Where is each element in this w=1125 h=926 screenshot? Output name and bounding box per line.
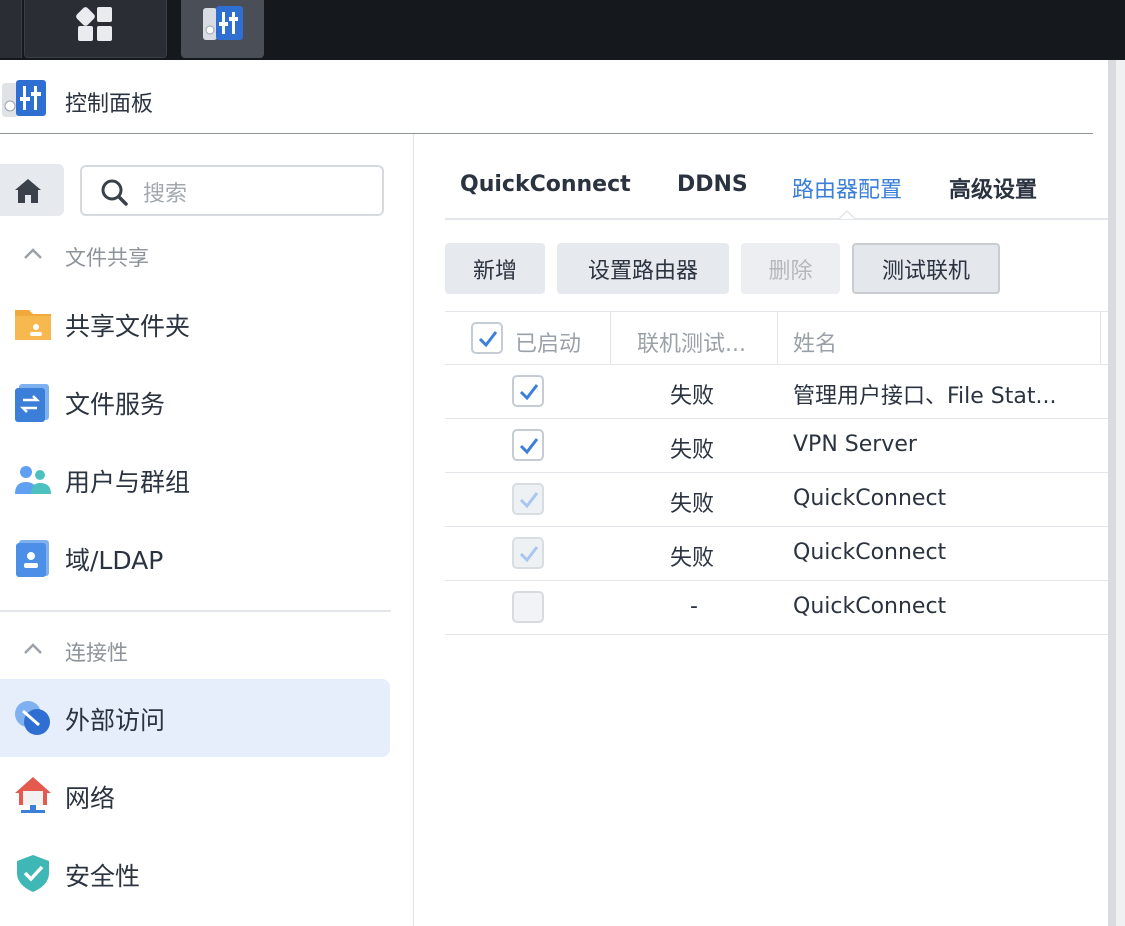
- chevron-up-icon[interactable]: [22, 638, 44, 660]
- taskbar-left-button[interactable]: [0, 0, 22, 58]
- select-all-checkbox[interactable]: [471, 322, 503, 354]
- domain-ldap-icon: [16, 540, 49, 577]
- column-header-enabled[interactable]: 已启动: [515, 326, 581, 358]
- sidebar-item-network[interactable]: 网络: [0, 757, 390, 835]
- sidebar-item-label: 网络: [65, 784, 116, 813]
- table-row[interactable]: 失败 QuickConnect 5: [445, 527, 1125, 581]
- rule-name: QuickConnect: [793, 486, 947, 511]
- table-header: 已启动 联机测试... 姓名 本: [445, 311, 1125, 365]
- check-icon: [519, 546, 539, 563]
- tab-bar-divider: [445, 218, 1125, 220]
- connection-test-result: -: [690, 594, 698, 619]
- enabled-checkbox[interactable]: [512, 375, 544, 407]
- table-row[interactable]: 失败 VPN Server 1: [445, 419, 1125, 473]
- control-panel-icon: [2, 80, 46, 117]
- file-services-icon: [15, 384, 49, 422]
- column-header-connection-test[interactable]: 联机测试...: [637, 326, 746, 358]
- enabled-checkbox[interactable]: [512, 429, 544, 461]
- users-icon: [15, 466, 51, 494]
- control-panel-icon: [203, 6, 243, 40]
- test-connection-button[interactable]: 测试联机: [852, 243, 1000, 294]
- network-icon: [15, 777, 51, 813]
- column-separator[interactable]: [1100, 312, 1101, 364]
- add-button[interactable]: 新增: [445, 243, 545, 294]
- sidebar-item-label: 文件服务: [65, 390, 166, 419]
- taskbar: [0, 0, 1125, 60]
- search-icon: [101, 179, 128, 206]
- sidebar-item-security[interactable]: 安全性: [0, 835, 390, 913]
- column-header-name[interactable]: 姓名: [793, 326, 837, 358]
- folder-icon: [15, 310, 51, 340]
- connection-test-result: 失败: [670, 438, 715, 463]
- sidebar-item-file-services[interactable]: 文件服务: [0, 363, 390, 441]
- sidebar-item-label: 共享文件夹: [65, 312, 191, 341]
- sidebar-item-users-groups[interactable]: 用户与群组: [0, 441, 390, 519]
- external-access-icon: [15, 701, 50, 735]
- check-icon: [478, 331, 498, 348]
- active-tab-indicator: [838, 210, 856, 219]
- sidebar-item-label: 安全性: [65, 862, 141, 891]
- connection-test-result: 失败: [670, 546, 715, 571]
- section-file-sharing[interactable]: 文件共享: [65, 242, 149, 272]
- enabled-checkbox-disabled: [512, 537, 544, 569]
- rule-name: 管理用户接口、File Stat...: [793, 384, 1057, 409]
- tab-ddns[interactable]: DDNS: [677, 172, 748, 197]
- sidebar-item-external-access[interactable]: 外部访问: [0, 679, 390, 757]
- column-separator[interactable]: [610, 312, 611, 364]
- grid-icon: [74, 5, 114, 43]
- delete-button[interactable]: 删除: [741, 243, 840, 294]
- enabled-checkbox-disabled: [512, 591, 544, 623]
- tab-quickconnect[interactable]: QuickConnect: [460, 172, 631, 197]
- window-title: 控制面板: [65, 92, 154, 117]
- connection-test-result: 失败: [670, 492, 715, 517]
- table-row[interactable]: 失败 管理用户接口、File Stat... 5: [445, 365, 1125, 419]
- window-scrollbar[interactable]: [1108, 60, 1125, 926]
- sidebar-divider: [0, 610, 391, 612]
- table-row[interactable]: - QuickConnect 5: [445, 581, 1125, 635]
- setup-router-button[interactable]: 设置路由器: [557, 243, 729, 294]
- sidebar-item-label: 外部访问: [65, 706, 166, 735]
- tab-advanced-settings[interactable]: 高级设置: [949, 172, 1037, 204]
- search-input[interactable]: [80, 165, 384, 216]
- home-button[interactable]: [0, 164, 64, 216]
- check-icon: [519, 492, 539, 509]
- rule-name: QuickConnect: [793, 594, 947, 619]
- connection-test-result: 失败: [670, 384, 715, 409]
- search-placeholder: 搜索: [143, 182, 188, 207]
- table-row[interactable]: 失败 QuickConnect 5: [445, 473, 1125, 527]
- tab-router-config[interactable]: 路由器配置: [792, 172, 902, 204]
- sidebar-item-label: 域/LDAP: [65, 546, 164, 575]
- rule-name: QuickConnect: [793, 540, 947, 565]
- chevron-up-icon[interactable]: [22, 243, 44, 265]
- rule-name: VPN Server: [793, 432, 917, 457]
- column-separator[interactable]: [777, 312, 778, 364]
- enabled-checkbox-disabled: [512, 483, 544, 515]
- check-icon: [519, 384, 539, 401]
- home-icon: [15, 179, 41, 203]
- scrollbar-thumb[interactable]: [1108, 60, 1116, 926]
- sidebar-item-domain-ldap[interactable]: 域/LDAP: [0, 519, 390, 597]
- window-titlebar: [0, 60, 1108, 134]
- check-icon: [519, 438, 539, 455]
- sidebar-item-shared-folder[interactable]: 共享文件夹: [0, 285, 390, 363]
- section-connectivity[interactable]: 连接性: [65, 637, 128, 667]
- shield-icon: [17, 855, 49, 892]
- sidebar-item-label: 用户与群组: [65, 468, 191, 497]
